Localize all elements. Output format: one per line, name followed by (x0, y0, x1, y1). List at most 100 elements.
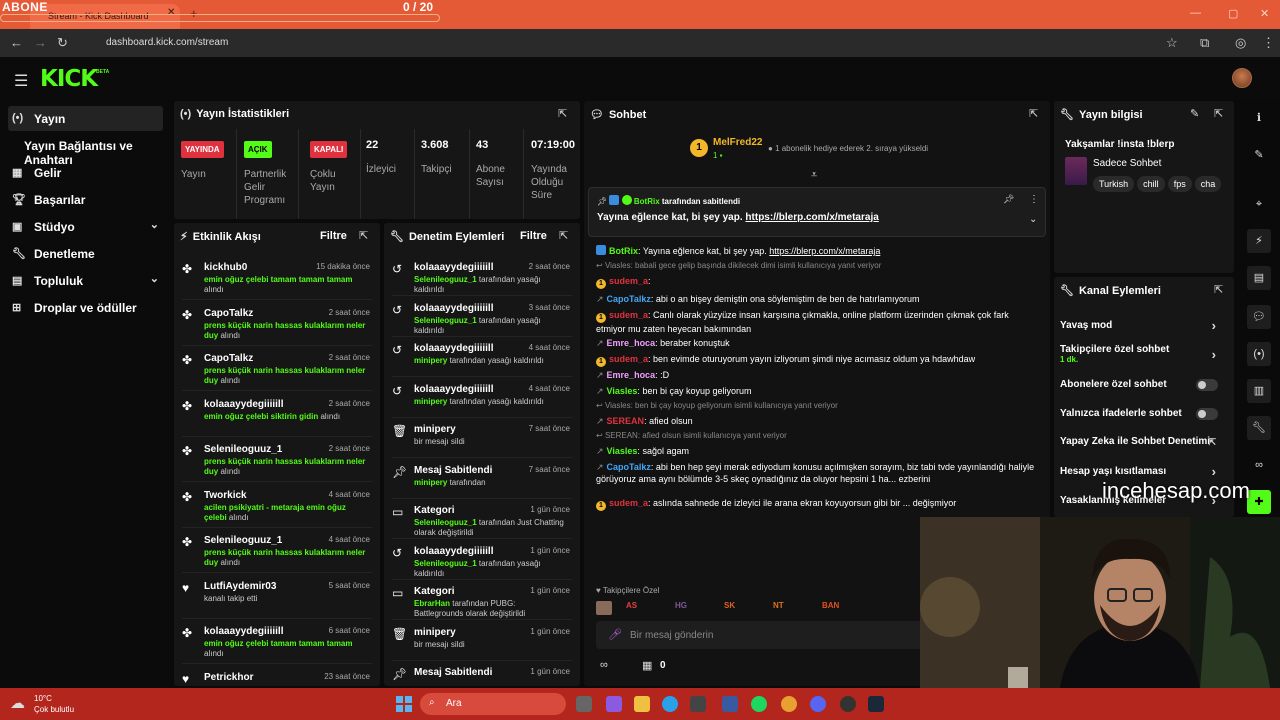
taskbar-search[interactable]: ⌕ Ara (420, 693, 566, 715)
activity-user[interactable]: CapoTalkz (204, 308, 253, 319)
microphone-icon[interactable]: 🎤︎ (608, 628, 622, 641)
copilot-icon[interactable] (606, 696, 622, 712)
activity-user[interactable]: kolaaayydegiiiiill (204, 399, 283, 410)
followers-only-row[interactable]: Takipçilere özel sohbet 1 dk. › (1060, 344, 1224, 364)
more-options-icon[interactable]: ⋮ (1029, 194, 1039, 205)
pinned-link[interactable]: https://blerp.com/x/metaraja (745, 212, 878, 223)
chat-icon[interactable]: 💬︎ (1247, 305, 1271, 329)
windows-start-icon[interactable] (396, 696, 412, 712)
activity-user[interactable]: LutfiAydemir03 (204, 581, 276, 592)
info-icon[interactable]: ℹ (1247, 106, 1271, 130)
age-limit-row[interactable]: Hesap yaşı kısıtlaması › (1060, 464, 1224, 479)
category-name[interactable]: Sadece Sohbet (1093, 158, 1161, 169)
tag[interactable]: fps (1167, 176, 1192, 192)
chat-link[interactable]: https://blerp.com/x/metaraja (769, 246, 880, 256)
maximize-icon[interactable]: ▢ (1228, 7, 1238, 20)
moderation-target[interactable]: kolaaayydegiiiiill (414, 546, 493, 557)
emote[interactable]: AS (626, 601, 637, 610)
popout-icon[interactable]: ⇱ (558, 107, 567, 120)
chat-username[interactable]: CapoTalkz (607, 462, 651, 472)
moderation-actor[interactable]: minipery (414, 478, 447, 487)
moderation-target[interactable]: Mesaj Sabitlendi (414, 667, 492, 678)
moderation-actor[interactable]: Selenileoguuz_1 (414, 559, 477, 568)
emote[interactable]: BAN (822, 601, 839, 610)
emotes-only-toggle[interactable] (1196, 408, 1218, 420)
popout-icon[interactable]: ⇱ (1214, 283, 1223, 296)
spotify-icon[interactable] (751, 696, 767, 712)
emote-thumbnail[interactable] (596, 601, 612, 615)
popout-icon[interactable]: ⇱ (359, 229, 368, 242)
edit-icon[interactable]: ✎ (1190, 107, 1199, 120)
back-icon[interactable]: ← (10, 35, 23, 50)
weather-icon[interactable]: ☁ (10, 694, 25, 712)
moderation-actor[interactable]: Selenileoguuz_1 (414, 518, 477, 527)
kick-logo[interactable]: KICK (40, 66, 98, 92)
sidebar-item-droplar[interactable]: ⊞ Droplar ve ödüller (8, 295, 163, 320)
moderation-target[interactable]: minipery (414, 424, 456, 435)
chat-username[interactable]: Viasles (607, 446, 638, 456)
moderation-target[interactable]: kolaaayydegiiiiill (414, 343, 493, 354)
activity-user[interactable]: Tworkick (204, 490, 247, 501)
subs-only-toggle[interactable] (1196, 379, 1218, 391)
extensions-icon[interactable]: ⧉ (1200, 35, 1209, 51)
sidebar-item-topluluk[interactable]: ▤ Topluluk ⌄ (8, 268, 163, 293)
moderation-target[interactable]: kolaaayydegiiiiill (414, 262, 493, 273)
profile-icon[interactable]: ◎ (1235, 35, 1246, 51)
emote[interactable]: SK (724, 601, 735, 610)
tag[interactable]: cha (1194, 176, 1222, 192)
activity-user[interactable]: Selenileoguuz_1 (204, 535, 282, 546)
sidebar-item-basarilar[interactable]: 🏆︎ Başarılar (8, 187, 163, 212)
app-icon[interactable] (722, 696, 738, 712)
activity-icon[interactable]: ⚡︎ (1247, 229, 1271, 253)
moderation-target[interactable]: Kategori (414, 505, 455, 516)
sidebar-item-stream-key[interactable]: Yayın Bağlantısı ve Anahtarı (0, 133, 170, 167)
chat-username[interactable]: CapoTalkz (607, 294, 651, 304)
layout-icon[interactable]: ▥ (1247, 379, 1271, 403)
activity-user[interactable]: kickhub0 (204, 262, 247, 273)
chrome-icon[interactable] (781, 696, 797, 712)
chat-username[interactable]: sudem_a (609, 354, 648, 364)
slow-mode-row[interactable]: Yavaş mod › (1060, 318, 1224, 333)
moderation-target[interactable]: kolaaayydegiiiiill (414, 384, 493, 395)
browser-menu-icon[interactable]: ⋮ (1262, 35, 1275, 51)
moderation-actor[interactable]: minipery (414, 397, 447, 406)
moderation-filter-button[interactable]: Filtre (520, 230, 547, 242)
broadcast-icon[interactable]: (•) (1247, 342, 1271, 366)
chat-username[interactable]: sudem_a (609, 276, 648, 286)
forward-icon[interactable]: → (34, 35, 47, 50)
moderation-actor[interactable]: EbrarHan (414, 599, 450, 608)
sidebar-item-yayin[interactable]: (•) Yayın (8, 106, 163, 131)
moderation-actor[interactable]: Selenileoguuz_1 (414, 316, 477, 325)
chat-username[interactable]: sudem_a (609, 498, 648, 508)
discord-icon[interactable] (810, 696, 826, 712)
steam-icon[interactable] (868, 696, 884, 712)
moderation-actor[interactable]: Selenileoguuz_1 (414, 275, 477, 284)
moderation-target[interactable]: Kategori (414, 586, 455, 597)
notes-icon[interactable]: ▤ (1247, 266, 1271, 290)
minimize-icon[interactable]: — (1190, 7, 1201, 19)
ai-moderation-row[interactable]: Yapay Zeka ile Sohbet Denetimi ⇱ (1060, 436, 1224, 447)
unpin-icon[interactable]: 📌︎ (1003, 194, 1014, 205)
chat-username[interactable]: BotRix (609, 246, 638, 256)
edit-icon[interactable]: ✎ (1247, 143, 1271, 167)
store-icon[interactable]: ▦ (642, 659, 652, 672)
activity-user[interactable]: Selenileoguuz_1 (204, 444, 282, 455)
task-view-icon[interactable] (576, 696, 592, 712)
chat-username[interactable]: SEREAN (607, 416, 645, 426)
reload-icon[interactable]: ↻ (57, 35, 68, 51)
bookmark-star-icon[interactable]: ☆ (1166, 35, 1178, 51)
chevron-down-icon[interactable]: ⌄ (1029, 214, 1037, 225)
tag[interactable]: Turkish (1093, 176, 1135, 192)
activity-user[interactable]: Petrickhor (204, 672, 253, 683)
chat-username[interactable]: Emre_hoca (607, 338, 656, 348)
moderation-target[interactable]: Mesaj Sabitlendi (414, 465, 492, 476)
focus-icon[interactable]: ⌖ (1247, 192, 1271, 216)
sidebar-item-gelir[interactable]: ▦ Gelir (8, 160, 163, 185)
file-explorer-icon[interactable] (634, 696, 650, 712)
emote[interactable]: HG (675, 601, 687, 610)
activity-user[interactable]: kolaaayydegiiiiill (204, 626, 283, 637)
moderation-target[interactable]: kolaaayydegiiiiill (414, 303, 493, 314)
sidebar-item-denetleme[interactable]: 🔧︎ Denetleme (8, 241, 163, 266)
popout-icon[interactable]: ⇱ (559, 229, 568, 242)
sidebar-item-studyo[interactable]: ▣ Stüdyo ⌄ (8, 214, 163, 239)
